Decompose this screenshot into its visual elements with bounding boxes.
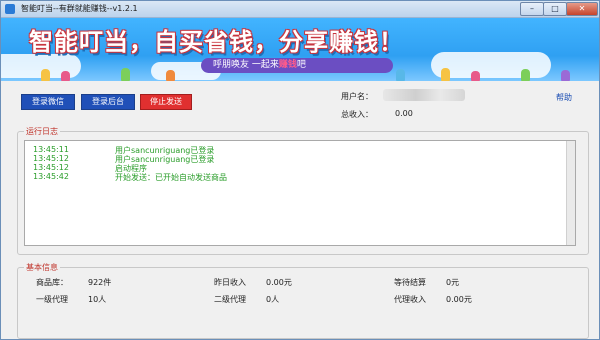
log-textarea[interactable]: 13:45:11 用户sancunriguang已登录 13:45:12 用户s… (24, 140, 576, 246)
login-wechat-button[interactable]: 登录微信 (21, 94, 75, 110)
level1-agent-label: 一级代理 (36, 295, 68, 304)
minimize-button[interactable]: – (520, 2, 544, 16)
log-time: 13:45:12 (33, 154, 69, 163)
log-time: 13:45:12 (33, 163, 69, 172)
level2-agent-value: 0人 (266, 295, 280, 304)
app-window: 智能叮当--有群就能赚钱--v1.2.1 – □ ✕ 智能叮当，自买省钱，分享赚… (0, 0, 600, 340)
total-income-label: 总收入： (341, 110, 373, 119)
help-link[interactable]: 帮助 (556, 92, 572, 103)
close-button[interactable]: ✕ (566, 2, 598, 16)
product-library-label: 商品库： (36, 278, 68, 287)
run-log-group: 运行日志 13:45:11 用户sancunriguang已登录 13:45:1… (17, 126, 589, 255)
yesterday-income-label: 昨日收入 (214, 278, 246, 287)
level1-agent-value: 10人 (88, 295, 107, 304)
window-title: 智能叮当--有群就能赚钱--v1.2.1 (21, 4, 138, 13)
promo-banner: 智能叮当，自买省钱，分享赚钱！ 呼朋唤友 一起来赚钱吧 (1, 18, 599, 81)
log-time: 13:45:11 (33, 145, 69, 154)
title-bar[interactable]: 智能叮当--有群就能赚钱--v1.2.1 – □ ✕ (1, 1, 599, 18)
pending-settlement-value: 0元 (446, 278, 460, 287)
log-time: 13:45:42 (33, 172, 69, 181)
login-admin-button[interactable]: 登录后台 (81, 94, 135, 110)
basic-info-group: 基本信息 商品库： 922件 昨日收入 0.00元 等待结算 0元 一级代理 1… (17, 262, 589, 339)
run-log-title: 运行日志 (24, 126, 60, 137)
agent-income-label: 代理收入 (394, 295, 426, 304)
pending-settlement-label: 等待结算 (394, 278, 426, 287)
username-label: 用户名： (341, 92, 373, 101)
log-message: 开始发送：已开始自动发送商品 (115, 173, 227, 182)
app-logo-icon (5, 4, 15, 14)
yesterday-income-value: 0.00元 (266, 278, 292, 287)
maximize-button[interactable]: □ (543, 2, 567, 16)
log-scrollbar[interactable] (566, 141, 575, 245)
agent-income-value: 0.00元 (446, 295, 472, 304)
stop-sending-button[interactable]: 停止发送 (140, 94, 192, 110)
basic-info-title: 基本信息 (24, 262, 60, 273)
product-library-value: 922件 (88, 278, 112, 287)
level2-agent-label: 二级代理 (214, 295, 246, 304)
total-income-value: 0.00 (395, 109, 413, 118)
banner-slogan: 智能叮当，自买省钱，分享赚钱！ (29, 27, 404, 56)
cartoon-kids-illustration (1, 66, 599, 81)
username-value-redacted (383, 89, 465, 101)
